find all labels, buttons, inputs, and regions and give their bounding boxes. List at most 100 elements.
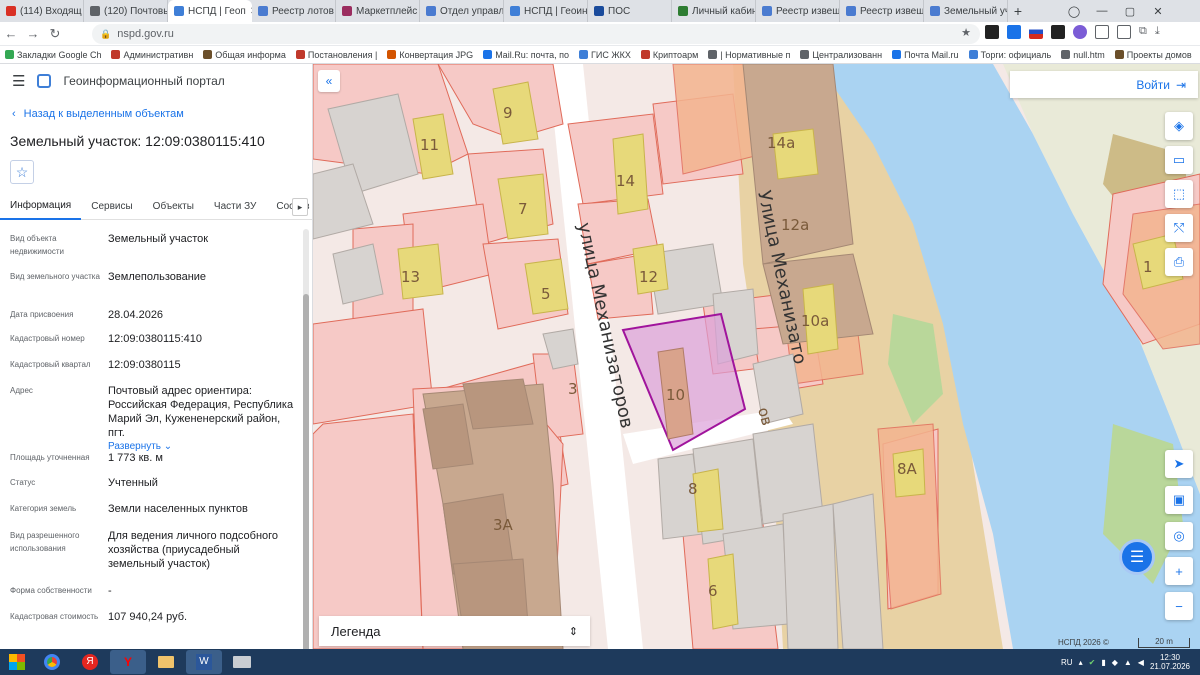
browser-tab[interactable]: (114) Входящ — [0, 0, 84, 22]
property-label: Кадастровый номер — [10, 334, 85, 343]
bookmark-item[interactable]: Административн — [106, 50, 198, 60]
clock[interactable]: 12:30 21.07.2026 — [1150, 653, 1190, 671]
bookmark-item[interactable]: Конвертация JPG — [382, 50, 478, 60]
share-button[interactable]: ⤲ — [1165, 214, 1193, 242]
chat-support-button[interactable]: ☰ — [1119, 539, 1155, 575]
bookmark-label: Проекты домов — [1126, 49, 1192, 60]
hamburger-menu-icon[interactable]: ☰ — [12, 72, 25, 90]
bookmark-item[interactable]: Закладки Google Ch — [0, 50, 106, 60]
browser-tab[interactable]: Реестр извещ — [840, 0, 924, 22]
tabs-scroll-right-button[interactable]: ▸ — [292, 198, 308, 216]
bookmark-item[interactable]: «Све — [1197, 50, 1200, 60]
zoom-out-button[interactable]: − — [1165, 592, 1193, 620]
extension-icon-7[interactable] — [1117, 25, 1131, 39]
close-window-button[interactable]: ✕ — [1144, 0, 1172, 22]
bookmark-item[interactable]: Постановления | — [291, 50, 383, 60]
network-icon[interactable]: ▮ — [1101, 658, 1105, 667]
bookmark-item[interactable]: Почта Mail.ru — [887, 50, 964, 60]
browser-tab[interactable]: Личный кабин — [672, 0, 756, 22]
minimize-button[interactable]: — — [1088, 0, 1116, 22]
extension-icon-1[interactable] — [985, 25, 999, 39]
house-number-label: 12 — [639, 268, 658, 286]
browser-tab[interactable]: Маркетплейс — [336, 0, 420, 22]
browser-tab[interactable]: НСПД | Геоинф — [504, 0, 588, 22]
bookmark-item[interactable]: Mail.Ru: почта, по — [478, 50, 574, 60]
extension-icon-6[interactable] — [1095, 25, 1109, 39]
volume-icon[interactable]: ◀ — [1138, 658, 1144, 667]
bookmark-favicon-icon — [111, 50, 121, 59]
language-indicator[interactable]: RU — [1061, 658, 1073, 667]
profile-icon[interactable]: ◯ — [1060, 0, 1088, 22]
signal-icon[interactable]: ▲ — [1124, 658, 1132, 667]
extension-icon-4[interactable] — [1051, 25, 1065, 39]
browser-tab[interactable]: Реестр извещ — [756, 0, 840, 22]
property-value-cell: Земли населенных пунктов — [108, 502, 296, 516]
browser-tab[interactable]: (120) Почтовы — [84, 0, 168, 22]
property-label: Адрес — [10, 386, 33, 395]
tray-check-icon[interactable]: ✔ — [1089, 658, 1096, 667]
browser-tab[interactable]: НСПД | Геоп✕ — [168, 0, 252, 22]
reload-icon[interactable]: ↻ — [44, 26, 66, 42]
word-taskbar-button[interactable]: W — [186, 650, 222, 674]
bookmark-favicon-icon — [640, 50, 650, 59]
bookmark-item[interactable]: Проекты домов — [1110, 50, 1197, 60]
bookmark-favicon-icon — [483, 50, 493, 59]
property-row: Кадастровый номер 12:09:0380115:410 — [10, 332, 296, 346]
info-tab[interactable]: Объекты — [143, 194, 204, 220]
explorer-taskbar-button[interactable] — [148, 650, 184, 674]
extension-icon-3[interactable] — [1029, 25, 1043, 39]
start-button[interactable] — [2, 650, 32, 674]
tab-title: НСПД | Геоинф — [524, 5, 588, 17]
legend-dropdown[interactable]: Легенда ⇕ — [319, 616, 590, 646]
info-tab[interactable]: Информация — [0, 194, 82, 220]
url-field[interactable]: 🔒 nspd.gov.ru — [92, 24, 980, 44]
bookmark-item[interactable]: Криптоарм — [636, 50, 703, 60]
bookmark-star-icon[interactable]: ★ — [955, 26, 977, 39]
property-label: Статус — [10, 478, 36, 487]
info-tab[interactable]: Части ЗУ — [204, 194, 266, 220]
back-arrow-icon[interactable]: ← — [0, 26, 22, 41]
yandex-browser-taskbar-button[interactable]: Y — [110, 650, 146, 674]
login-button[interactable]: Войти ⇥ — [1010, 71, 1198, 98]
yandex-taskbar-button[interactable]: Я — [72, 650, 108, 674]
shield-icon[interactable]: ◆ — [1112, 658, 1118, 667]
bookmark-item[interactable]: Общая информа — [198, 50, 291, 60]
maximize-button[interactable]: ▢ — [1116, 0, 1144, 22]
bookmark-item[interactable]: Торги: официаль — [964, 50, 1057, 60]
layers-button[interactable]: ◈ — [1165, 112, 1193, 140]
locate-button[interactable]: ➤ — [1165, 450, 1193, 478]
puzzle-icon[interactable]: ⧉ — [1139, 25, 1147, 39]
extension-icon-5[interactable] — [1073, 25, 1087, 39]
map-view[interactable]: 9 11 14 14а 7 13 12 12а 5 10а 3 10 8 8А … — [313, 64, 1200, 649]
download-icon[interactable]: ⤓ — [1155, 25, 1160, 39]
browser-tab[interactable]: Земельный уч — [924, 0, 1008, 22]
basemap-button[interactable]: ▣ — [1165, 486, 1193, 514]
zoom-in-button[interactable]: + — [1165, 557, 1193, 585]
select-area-button[interactable]: ⬚ — [1165, 180, 1193, 208]
tab-title: НСПД | Геоп — [188, 5, 246, 17]
map-canvas[interactable]: 9 11 14 14а 7 13 12 12а 5 10а 3 10 8 8А … — [313, 64, 1200, 649]
favorite-star-button[interactable]: ☆ — [10, 160, 34, 184]
bookmark-item[interactable]: Централизованн — [795, 50, 887, 60]
ruler-button[interactable]: ▭ — [1165, 146, 1193, 174]
extension-icon-2[interactable] — [1007, 25, 1021, 39]
collapse-panel-button[interactable]: « — [318, 70, 340, 92]
browser-tab[interactable]: Реестр лотов — [252, 0, 336, 22]
bookmark-item[interactable]: | Нормативные п — [703, 50, 795, 60]
device-taskbar-button[interactable] — [224, 650, 260, 674]
tray-chevron-icon[interactable]: ▴ — [1079, 658, 1083, 667]
forward-arrow-icon[interactable]: → — [22, 26, 44, 41]
bookmark-item[interactable]: ГИС ЖКХ — [574, 50, 636, 60]
chrome-taskbar-button[interactable] — [34, 650, 70, 674]
new-tab-button[interactable]: + — [1008, 0, 1028, 22]
back-to-selection-link[interactable]: ‹ Назад к выделенным объектам — [12, 108, 184, 120]
info-tab[interactable]: Сервисы — [81, 194, 142, 220]
tab-favicon-icon — [342, 6, 352, 16]
geolocation-button[interactable]: ◎ — [1165, 522, 1193, 550]
panel-scrollbar-thumb[interactable] — [303, 294, 309, 649]
print-button[interactable]: ⎙ — [1165, 248, 1193, 276]
windows-taskbar: Я Y W RU ▴ ✔ ▮ ◆ ▲ ◀ 12:30 21.07.2026 — [0, 649, 1200, 675]
browser-tab[interactable]: Отдел управле — [420, 0, 504, 22]
bookmark-item[interactable]: null.htm — [1056, 50, 1110, 60]
browser-tab[interactable]: ПОС — [588, 0, 672, 22]
